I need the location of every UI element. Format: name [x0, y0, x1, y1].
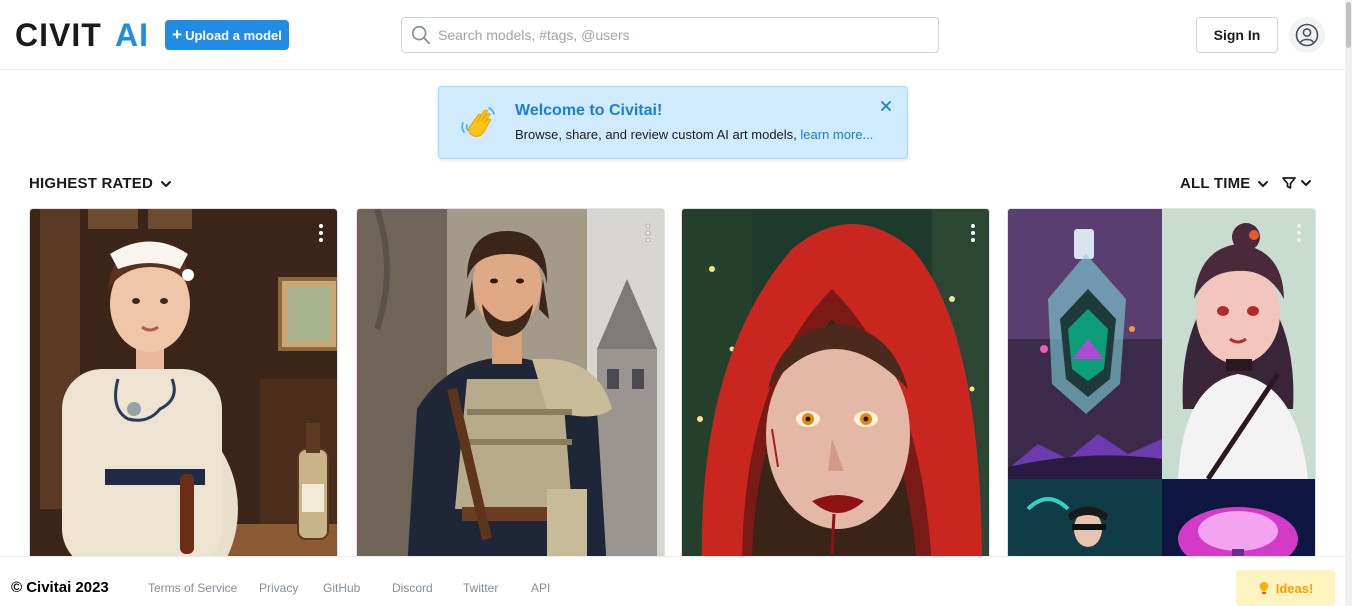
footer-link-discord[interactable]: Discord [392, 581, 433, 595]
filter-button[interactable] [1281, 175, 1313, 191]
footer-link-twitter[interactable]: Twitter [463, 581, 498, 595]
user-circle-icon [1295, 23, 1319, 47]
footer-link-terms[interactable]: Terms of Service [148, 581, 237, 595]
logo-text-dark: CIVIT [15, 20, 102, 48]
sort-dropdown[interactable]: HIGHEST RATED [29, 175, 173, 192]
copyright-text: © Civitai 2023 [11, 579, 109, 596]
footer-link-github[interactable]: GitHub [323, 581, 360, 595]
upload-model-button[interactable]: + Upload a model [165, 20, 289, 50]
chevron-down-icon [161, 180, 171, 187]
footer-link-privacy[interactable]: Privacy [259, 581, 298, 595]
user-menu-button[interactable] [1289, 17, 1325, 53]
model-preview-image [357, 209, 664, 567]
close-icon[interactable] [879, 99, 893, 113]
logo-wordmark: CIVIT AI [15, 20, 149, 48]
model-card[interactable] [681, 208, 990, 568]
model-preview-image [1008, 209, 1315, 567]
welcome-title: Welcome to Civitai! [515, 102, 663, 119]
more-vertical-icon[interactable] [317, 223, 325, 243]
plus-icon: + [172, 24, 183, 44]
footer-link-api[interactable]: API [531, 581, 550, 595]
more-vertical-icon[interactable] [969, 223, 977, 243]
welcome-alert: Welcome to Civitai! Browse, share, and r… [438, 86, 908, 159]
filter-icon [1282, 177, 1296, 189]
period-dropdown[interactable]: ALL TIME [1180, 175, 1270, 192]
model-preview-image [30, 209, 337, 567]
welcome-message: Browse, share, and review custom AI art … [515, 127, 873, 142]
model-card[interactable] [356, 208, 665, 568]
page-scrollbar[interactable] [1345, 0, 1352, 606]
welcome-body-text: Browse, share, and review custom AI art … [515, 127, 801, 142]
search-icon [411, 25, 431, 45]
ideas-label: Ideas! [1275, 580, 1314, 596]
period-label: ALL TIME [1180, 175, 1251, 192]
model-preview-image [682, 209, 989, 567]
model-card[interactable] [1007, 208, 1316, 568]
more-vertical-icon[interactable] [644, 223, 652, 243]
lightbulb-icon [1259, 582, 1269, 594]
waving-hand-icon [461, 107, 495, 137]
more-vertical-icon[interactable] [1295, 223, 1303, 243]
upload-model-label: Upload a model [185, 27, 282, 43]
sign-in-button[interactable]: Sign In [1196, 17, 1278, 53]
top-header: CIVIT AI + Upload a model Sign In [0, 0, 1345, 70]
scrollbar-thumb[interactable] [1346, 2, 1351, 48]
civitai-logo[interactable]: CIVIT AI [15, 17, 155, 51]
logo-text-accent: AI [115, 20, 149, 48]
learn-more-link[interactable]: learn more... [800, 127, 873, 142]
page-footer: © Civitai 2023 Terms of Service Privacy … [0, 556, 1345, 606]
chevron-down-icon [1258, 180, 1269, 187]
ideas-button[interactable]: Ideas! [1236, 570, 1335, 606]
chevron-down-icon [1301, 180, 1311, 186]
sort-label: HIGHEST RATED [29, 175, 153, 192]
search-input[interactable] [438, 27, 918, 43]
model-card[interactable] [29, 208, 338, 568]
search-box[interactable] [401, 17, 939, 53]
